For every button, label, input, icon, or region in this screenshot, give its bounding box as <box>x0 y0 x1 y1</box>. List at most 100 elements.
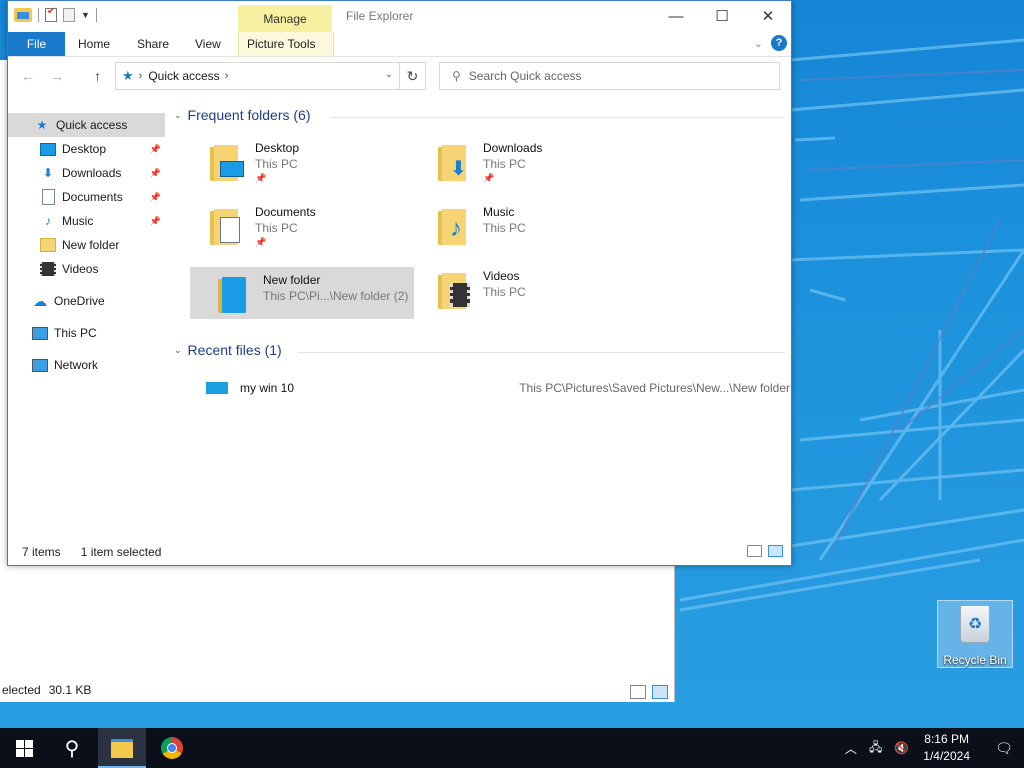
music-folder-icon: ♪ <box>438 207 468 245</box>
maximize-button[interactable]: ☐ <box>699 1 745 31</box>
window-title: File Explorer <box>346 9 414 23</box>
address-bar[interactable]: ★ › Quick access › ⌄ <box>115 62 400 90</box>
recent-file-row[interactable]: my win 10 This PC\Pictures\Saved Picture… <box>206 379 790 397</box>
pin-icon: 📌 <box>255 237 267 247</box>
folder-location: This PC\Pi...\New folder (2) <box>263 289 409 303</box>
sidebar-item-label: Desktop <box>62 142 107 156</box>
sidebar-item-label: Documents <box>62 190 123 204</box>
group-divider <box>298 352 785 353</box>
collapse-chevron-icon[interactable]: ⌄ <box>174 110 182 121</box>
breadcrumb-chevron-icon[interactable]: › <box>139 70 143 82</box>
sidebar-item-this-pc[interactable]: This PC <box>8 321 165 345</box>
search-input[interactable]: ⚲ Search Quick access <box>439 62 780 90</box>
content-pane: ⌄ Frequent folders (6) Desktop This PC 📌… <box>170 101 790 541</box>
navigation-bar: ← → ↑ ★ › Quick access › ⌄ ↻ ⚲ Search Qu… <box>8 57 791 95</box>
desktop-icon <box>40 142 56 156</box>
pin-icon: 📌 <box>149 215 161 226</box>
new-folder-icon <box>218 275 248 313</box>
customize-toolbar-dropdown[interactable]: ▼ <box>81 10 90 20</box>
sidebar-item-music[interactable]: ♪ Music 📌 <box>8 209 165 233</box>
show-hidden-icons-icon[interactable]: ︿ <box>845 740 857 757</box>
start-button[interactable] <box>0 728 48 768</box>
sidebar-item-downloads[interactable]: ⬇ Downloads 📌 <box>8 161 165 185</box>
frequent-folders-header[interactable]: ⌄ Frequent folders (6) <box>174 107 311 123</box>
sidebar-item-new-folder[interactable]: New folder <box>8 233 165 257</box>
sidebar-item-label: This PC <box>54 326 97 340</box>
folder-tile-music[interactable]: ♪ Music This PC <box>410 199 634 251</box>
expand-ribbon-icon[interactable]: ⌄ <box>754 37 763 50</box>
videos-icon <box>40 262 56 276</box>
tab-file[interactable]: File <box>8 32 65 56</box>
folder-tile-videos[interactable]: Videos This PC <box>410 263 634 315</box>
recent-file-path: This PC\Pictures\Saved Pictures\New...\N… <box>519 381 790 395</box>
properties-icon[interactable] <box>45 6 57 22</box>
explorer-folder-icon[interactable] <box>14 8 32 22</box>
back-button[interactable]: ← <box>21 68 35 84</box>
minimize-button[interactable]: — <box>653 1 699 31</box>
folder-location: This PC <box>483 221 526 235</box>
manage-tab[interactable]: Manage <box>238 5 332 32</box>
close-button[interactable]: ✕ <box>745 1 791 31</box>
up-button[interactable]: ↑ <box>94 68 101 84</box>
help-icon[interactable]: ? <box>771 35 787 51</box>
item-count: 7 items <box>22 545 61 559</box>
action-center-icon[interactable]: 🗨 <box>984 740 1024 757</box>
volume-muted-icon[interactable]: 🔇 <box>894 741 909 755</box>
folder-tile-desktop[interactable]: Desktop This PC 📌 <box>182 135 406 187</box>
file-explorer-taskbar-button[interactable] <box>98 728 146 768</box>
breadcrumb[interactable]: Quick access <box>148 69 219 83</box>
pin-icon: 📌 <box>149 191 161 202</box>
recycle-bin-label: Recycle Bin <box>943 653 1007 667</box>
pin-icon: 📌 <box>255 173 267 183</box>
search-button[interactable]: ⚲ <box>48 728 96 768</box>
star-icon: ★ <box>36 118 48 132</box>
sidebar-item-onedrive[interactable]: ☁ OneDrive <box>8 289 165 313</box>
file-explorer-window[interactable]: ▼ Manage File Explorer — ☐ ✕ File Home S… <box>7 0 792 566</box>
tab-picture-tools[interactable]: Picture Tools <box>238 32 334 56</box>
chrome-taskbar-button[interactable] <box>148 728 196 768</box>
sidebar-item-quick-access[interactable]: ★ Quick access <box>8 113 165 137</box>
sidebar-item-desktop[interactable]: Desktop 📌 <box>8 137 165 161</box>
group-title: Recent files (1) <box>187 342 282 358</box>
search-icon: ⚲ <box>452 69 461 83</box>
clock-time: 8:16 PM <box>924 732 969 746</box>
folder-name: Documents <box>255 205 316 219</box>
search-placeholder: Search Quick access <box>468 69 582 83</box>
recycle-bin-shortcut[interactable]: ♻ Recycle Bin <box>937 600 1013 668</box>
large-icons-view-button[interactable] <box>768 545 783 557</box>
title-bar[interactable]: ▼ Manage File Explorer — ☐ ✕ <box>8 1 791 32</box>
folder-location: This PC <box>255 157 298 171</box>
pin-icon: 📌 <box>149 167 161 178</box>
folder-name: Music <box>483 205 515 219</box>
breadcrumb-chevron-icon[interactable]: › <box>225 70 229 82</box>
videos-folder-icon <box>438 271 470 309</box>
recent-files-header[interactable]: ⌄ Recent files (1) <box>174 342 282 358</box>
forward-button[interactable]: → <box>50 68 64 84</box>
network-status-icon[interactable]: 🖧 <box>869 738 882 759</box>
folder-name: Downloads <box>483 141 543 155</box>
tab-view[interactable]: View <box>195 32 221 56</box>
folder-tile-documents[interactable]: Documents This PC 📌 <box>182 199 406 251</box>
sidebar-item-network[interactable]: Network <box>8 353 165 377</box>
details-view-button[interactable] <box>747 545 762 557</box>
navigation-pane: ★ Quick access Desktop 📌 ⬇ Downloads 📌 D… <box>8 109 165 539</box>
music-icon: ♪ <box>45 214 51 228</box>
pin-icon: 📌 <box>483 173 495 183</box>
large-icons-view-button[interactable] <box>652 685 668 699</box>
details-view-button[interactable] <box>630 685 646 699</box>
tab-share[interactable]: Share <box>137 32 169 56</box>
clock-date: 1/4/2024 <box>923 749 970 763</box>
refresh-button[interactable]: ↻ <box>400 62 426 90</box>
address-history-dropdown[interactable]: ⌄ <box>385 69 393 80</box>
folder-tile-new-folder[interactable]: New folder This PC\Pi...\New folder (2) <box>190 267 414 319</box>
tab-home[interactable]: Home <box>78 32 110 56</box>
taskbar-clock[interactable]: 8:16 PM 1/4/2024 <box>923 731 970 765</box>
taskbar: ⚲ ︿ 🖧 🔇 8:16 PM 1/4/2024 🗨 <box>0 728 1024 768</box>
sidebar-item-videos[interactable]: Videos <box>8 257 165 281</box>
sidebar-item-label: Music <box>62 214 94 228</box>
sidebar-item-label: Videos <box>62 262 99 276</box>
folder-tile-downloads[interactable]: ⬇ Downloads This PC 📌 <box>410 135 634 187</box>
sidebar-item-documents[interactable]: Documents 📌 <box>8 185 165 209</box>
new-folder-icon[interactable] <box>63 8 75 22</box>
collapse-chevron-icon[interactable]: ⌄ <box>174 345 182 356</box>
